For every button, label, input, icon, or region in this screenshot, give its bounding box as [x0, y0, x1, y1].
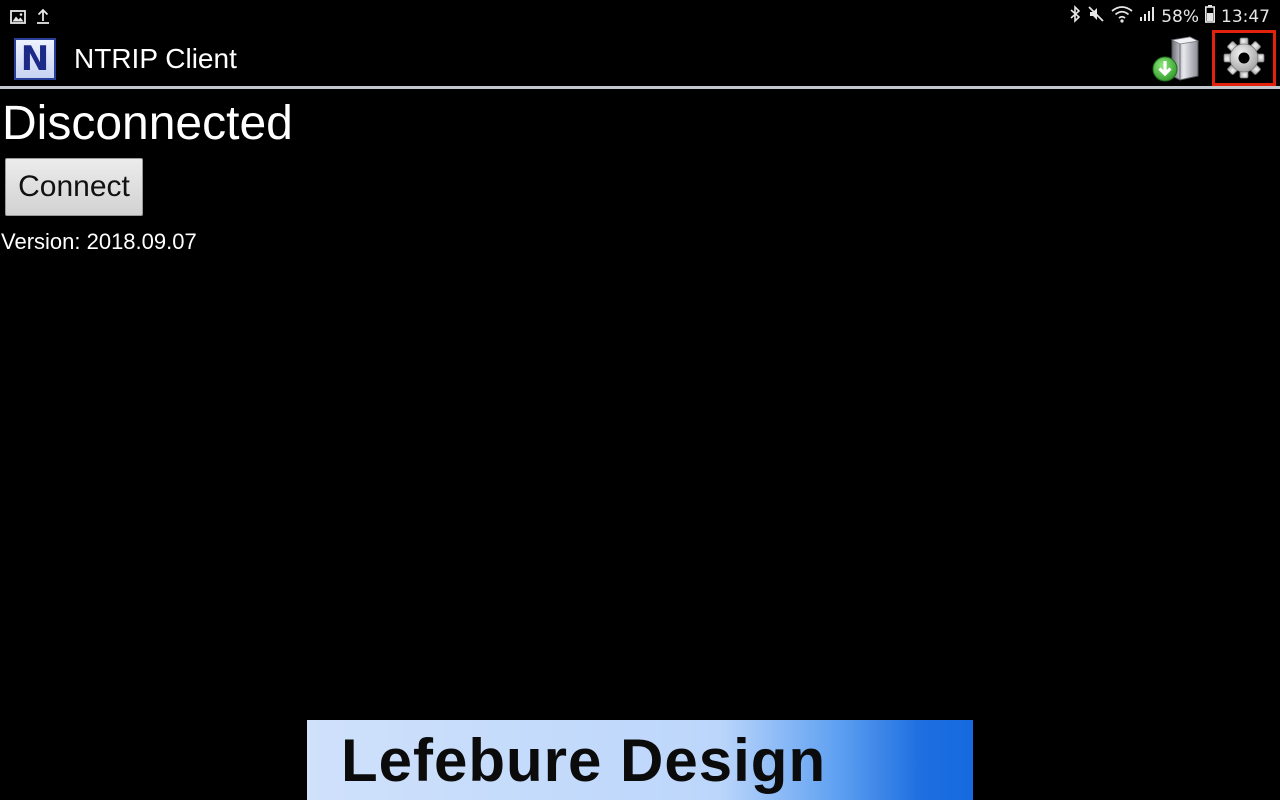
cell-signal-icon [1139, 6, 1155, 27]
bluetooth-icon [1069, 5, 1081, 28]
device-screen: 58% 13:47 N NTRIP Client Disconnected Co… [0, 0, 1280, 800]
download-server-icon [1152, 36, 1200, 82]
connect-button[interactable]: Connect [5, 158, 143, 216]
connection-status: Disconnected [2, 97, 293, 150]
download-server-button[interactable] [1150, 34, 1202, 84]
image-notification-icon [10, 9, 26, 28]
gear-icon [1223, 37, 1265, 79]
status-bar: 58% 13:47 [0, 0, 1280, 32]
status-right-icons: 58% 13:47 [1069, 5, 1270, 28]
lefebure-banner[interactable]: Lefebure Design [307, 720, 973, 800]
action-bar: N NTRIP Client [0, 30, 1280, 89]
mute-icon [1087, 5, 1105, 28]
app-logo-letter: N [20, 39, 50, 79]
status-left-icons [10, 8, 50, 28]
app-title: NTRIP Client [74, 43, 237, 74]
banner-text: Lefebure Design [341, 727, 827, 794]
battery-icon [1205, 5, 1215, 28]
version-label: Version: 2018.09.07 [1, 229, 197, 254]
battery-percent: 58% [1161, 6, 1199, 27]
status-time: 13:47 [1221, 6, 1270, 27]
upload-icon [36, 8, 50, 28]
wifi-icon [1111, 5, 1133, 28]
settings-button[interactable] [1212, 30, 1276, 86]
app-logo-icon[interactable]: N [14, 38, 56, 80]
